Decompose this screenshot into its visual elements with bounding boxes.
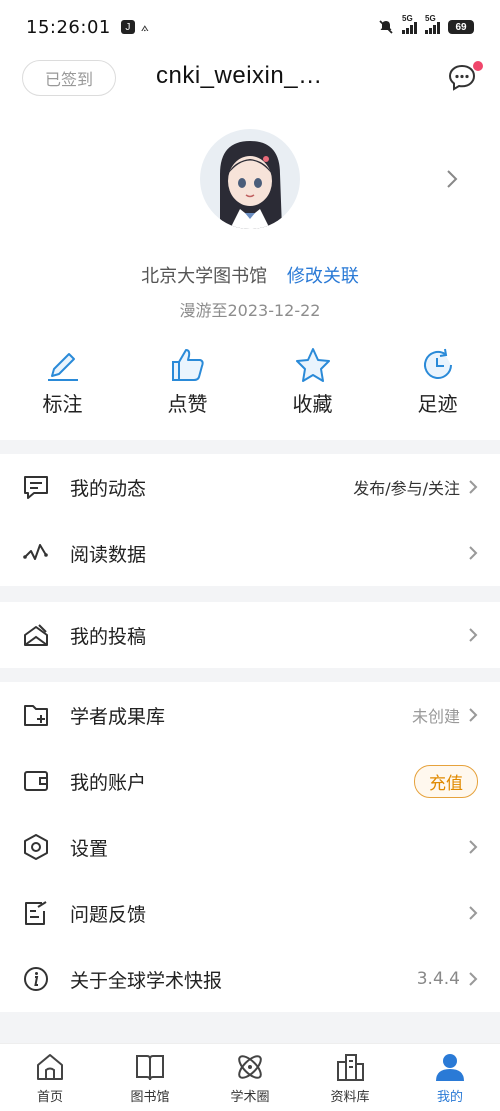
- line-chart-icon: [23, 544, 48, 560]
- envelope-edit-icon: [24, 624, 48, 646]
- cell-signal-1-icon: 5G: [402, 14, 417, 34]
- atom-icon: [238, 1055, 262, 1079]
- menu-my-dynamics[interactable]: 我的动态 发布/参与/关注: [0, 454, 500, 520]
- menu-scholar-library[interactable]: 学者成果库 未创建: [0, 682, 500, 748]
- book-icon: [136, 1055, 164, 1081]
- menu-my-submissions[interactable]: 我的投稿: [0, 602, 500, 668]
- bottom-tab-bar: 首页 图书馆 学术圈 资料库 我的: [0, 1043, 500, 1111]
- profile-header: 已签到 cnki_weixin_… 北京大学图书馆 修改关联 漫游至2023-1…: [0, 54, 500, 440]
- pencil-icon: [47, 353, 78, 381]
- bell-muted-icon: [379, 20, 393, 34]
- tab-mine[interactable]: 我的: [400, 1044, 500, 1111]
- unread-badge: [473, 61, 483, 71]
- edit-note-icon: [25, 901, 47, 925]
- home-icon: [37, 1054, 63, 1080]
- info-icon: [24, 967, 48, 991]
- tab-home[interactable]: 首页: [0, 1044, 100, 1111]
- menu-reading-data[interactable]: 阅读数据: [0, 520, 500, 586]
- menu-group-submission: 我的投稿: [0, 602, 500, 668]
- menu-my-account[interactable]: 我的账户 充值: [0, 748, 500, 814]
- chevron-right-icon: [469, 906, 478, 920]
- cell-signal-2-icon: 5G: [425, 14, 440, 34]
- avatar[interactable]: [200, 129, 300, 229]
- menu-group-account: 学者成果库 未创建 我的账户 充值 设置 问题反馈 关于全球学术快报 3.4.4: [0, 682, 500, 1012]
- chevron-right-icon: [469, 546, 478, 560]
- recharge-button[interactable]: 充值: [414, 764, 478, 798]
- menu-settings[interactable]: 设置: [0, 814, 500, 880]
- signal-a-icon: ⟑: [140, 19, 149, 35]
- chevron-right-icon: [469, 840, 478, 854]
- username: cnki_weixin_…: [156, 62, 323, 89]
- status-time: 15:26:01: [26, 16, 111, 38]
- app-notification-icon: J: [120, 20, 135, 34]
- chevron-right-icon: [469, 628, 478, 642]
- scholar-status: 未创建: [411, 707, 460, 726]
- quick-annotations[interactable]: 标注: [0, 346, 125, 417]
- tab-academic-circle[interactable]: 学术圈: [200, 1044, 300, 1111]
- settings-hexagon-icon: [24, 834, 48, 860]
- wallet-icon: [24, 771, 48, 791]
- chevron-right-icon: [469, 480, 478, 494]
- quick-history[interactable]: 足迹: [375, 346, 500, 417]
- chat-box-icon: [24, 476, 48, 499]
- roaming-date: 漫游至2023-12-22: [179, 301, 321, 320]
- battery-icon: 69: [448, 20, 474, 34]
- chevron-right-icon: [469, 972, 478, 986]
- tab-database[interactable]: 资料库: [300, 1044, 400, 1111]
- profile-chevron-right-icon[interactable]: [446, 169, 458, 189]
- app-version: 3.4.4: [416, 969, 460, 989]
- quick-favorites[interactable]: 收藏: [250, 346, 375, 417]
- menu-group-activity: 我的动态 发布/参与/关注 阅读数据: [0, 454, 500, 586]
- checkin-button[interactable]: 已签到: [22, 60, 116, 96]
- clock-history-icon: [423, 348, 452, 379]
- menu-feedback[interactable]: 问题反馈: [0, 880, 500, 946]
- status-bar: 15:26:01 J ⟑ 5G 5G 69: [0, 0, 500, 54]
- modify-association-link[interactable]: 修改关联: [287, 266, 359, 287]
- tab-library[interactable]: 图书馆: [100, 1044, 200, 1111]
- thumbs-up-icon: [171, 349, 204, 381]
- folder-add-icon: [24, 705, 48, 726]
- quick-actions: 标注 点赞 收藏 足迹: [0, 346, 500, 417]
- menu-about[interactable]: 关于全球学术快报 3.4.4: [0, 946, 500, 1012]
- quick-likes[interactable]: 点赞: [125, 346, 250, 417]
- chevron-right-icon: [469, 708, 478, 722]
- star-icon: [295, 348, 330, 382]
- institution-name: 北京大学图书馆: [141, 266, 268, 287]
- dynamics-subtitle: 发布/参与/关注: [353, 479, 460, 498]
- user-icon: [436, 1054, 464, 1081]
- buildings-icon: [337, 1054, 364, 1081]
